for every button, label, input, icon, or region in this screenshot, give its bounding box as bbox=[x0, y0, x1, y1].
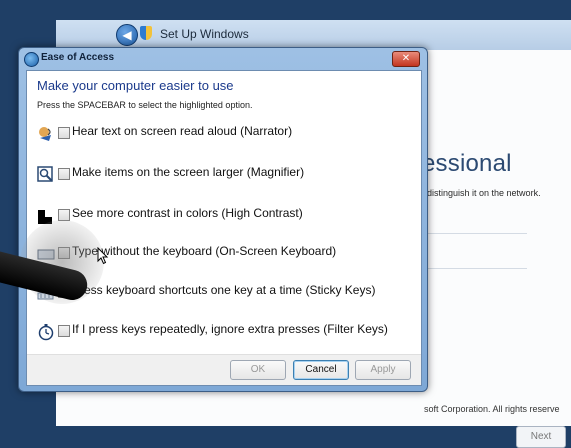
option-high-contrast[interactable]: See more contrast in colors (High Contra… bbox=[35, 205, 415, 229]
back-arrow-icon[interactable]: ◀ bbox=[116, 24, 138, 46]
copyright-text: soft Corporation. All rights reserve bbox=[424, 404, 560, 414]
setup-description: distinguish it on the network. bbox=[427, 188, 541, 198]
ok-button[interactable]: OK bbox=[230, 360, 286, 380]
divider bbox=[427, 233, 527, 234]
option-label: Type without the keyboard (On-Screen Key… bbox=[72, 244, 337, 258]
windows-shield-icon bbox=[140, 26, 152, 40]
ease-of-access-icon bbox=[24, 52, 39, 67]
option-label: Press keyboard shortcuts one key at a ti… bbox=[72, 283, 376, 297]
apply-button[interactable]: Apply bbox=[355, 360, 411, 380]
narrator-checkbox[interactable] bbox=[58, 127, 70, 139]
option-magnifier[interactable]: Make items on the screen larger (Magnifi… bbox=[35, 164, 415, 188]
magnifier-checkbox[interactable] bbox=[58, 168, 70, 180]
option-label: Hear text on screen read aloud (Narrator… bbox=[72, 124, 293, 138]
narrator-icon bbox=[39, 127, 51, 141]
option-label: If I press keys repeatedly, ignore extra… bbox=[72, 322, 388, 336]
option-label: Make items on the screen larger (Magnifi… bbox=[72, 165, 305, 179]
cancel-button[interactable]: Cancel bbox=[293, 360, 349, 380]
filter-keys-checkbox[interactable] bbox=[58, 325, 70, 337]
dialog-heading: Make your computer easier to use bbox=[37, 78, 234, 93]
magnifier-icon bbox=[37, 166, 53, 182]
option-filter-keys[interactable]: If I press keys repeatedly, ignore extra… bbox=[35, 321, 415, 345]
ease-of-access-dialog: Ease of Access ✕ Make your computer easi… bbox=[18, 47, 428, 392]
dialog-instruction: Press the SPACEBAR to select the highlig… bbox=[37, 100, 253, 110]
setup-titlebar: ◀ Set Up Windows bbox=[56, 20, 571, 50]
dialog-title: Ease of Access bbox=[41, 52, 115, 63]
next-button[interactable]: Next bbox=[516, 426, 566, 448]
mouse-cursor-icon bbox=[97, 247, 109, 265]
setup-window-title: Set Up Windows bbox=[160, 27, 249, 41]
divider bbox=[427, 268, 527, 269]
setup-heading: essional bbox=[422, 150, 512, 177]
dialog-footer: OK Cancel Apply bbox=[27, 354, 421, 385]
close-button[interactable]: ✕ bbox=[392, 51, 420, 67]
option-narrator[interactable]: Hear text on screen read aloud (Narrator… bbox=[35, 123, 415, 147]
option-label: See more contrast in colors (High Contra… bbox=[72, 206, 303, 220]
stopwatch-icon bbox=[38, 324, 54, 341]
